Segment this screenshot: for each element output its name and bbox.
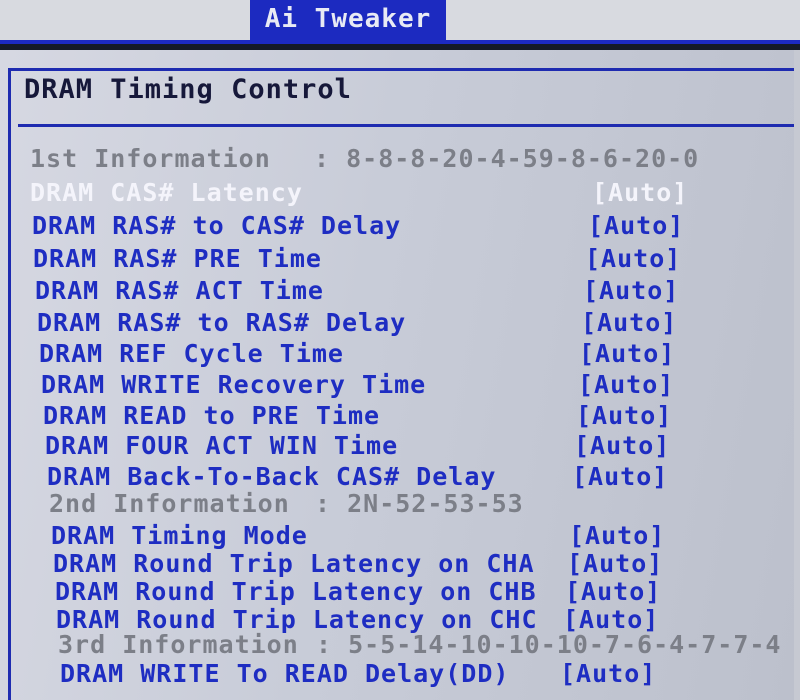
setting-four-act-win-time[interactable]: DRAM FOUR ACT WIN Time [Auto] xyxy=(45,430,715,462)
setting-value[interactable]: [Auto] xyxy=(574,430,670,462)
info-label: 1st Information xyxy=(30,144,271,173)
setting-label: DRAM RAS# ACT Time xyxy=(35,276,324,305)
setting-value[interactable]: [Auto] xyxy=(576,400,672,432)
setting-value[interactable]: [Auto] xyxy=(583,275,679,307)
info-row-2nd: 2nd Information : 2N-52-53-53 xyxy=(49,488,749,520)
setting-ras-act-time[interactable]: DRAM RAS# ACT Time [Auto] xyxy=(35,275,705,307)
setting-value[interactable]: [Auto] xyxy=(581,307,677,339)
setting-ref-cycle-time[interactable]: DRAM REF Cycle Time [Auto] xyxy=(39,338,709,370)
setting-dram-cas-latency[interactable]: DRAM CAS# Latency [Auto] xyxy=(30,177,700,209)
setting-label: DRAM RAS# PRE Time xyxy=(33,244,322,273)
setting-label: DRAM RAS# to CAS# Delay xyxy=(32,211,402,240)
title-bar: Ai Tweaker xyxy=(0,0,800,40)
info-value: : 8-8-8-20-4-59-8-6-20-0 xyxy=(314,144,700,173)
title-divider xyxy=(0,40,800,44)
setting-write-to-read-delay-dd[interactable]: DRAM WRITE To READ Delay(DD) [Auto] xyxy=(60,658,730,690)
setting-label: DRAM REF Cycle Time xyxy=(39,339,344,368)
setting-label: DRAM WRITE Recovery Time xyxy=(41,370,427,399)
setting-ras-pre-time[interactable]: DRAM RAS# PRE Time [Auto] xyxy=(33,243,703,275)
setting-read-to-pre-time[interactable]: DRAM READ to PRE Time [Auto] xyxy=(43,400,713,432)
info-value: : 5-5-14-10-10-10-7-6-4-7-7-4 xyxy=(316,630,782,659)
section-divider xyxy=(18,124,800,127)
setting-label: DRAM CAS# Latency xyxy=(30,178,303,207)
tab-ai-tweaker[interactable]: Ai Tweaker xyxy=(250,0,446,40)
setting-label: DRAM WRITE To READ Delay(DD) xyxy=(60,659,510,688)
setting-ras-to-cas-delay[interactable]: DRAM RAS# to CAS# Delay [Auto] xyxy=(32,210,702,242)
info-row-3rd: 3rd Information : 5-5-14-10-10-10-7-6-4-… xyxy=(58,629,798,661)
setting-value[interactable]: [Auto] xyxy=(578,369,674,401)
panel-right-edge xyxy=(794,50,800,700)
setting-value[interactable]: [Auto] xyxy=(588,210,684,242)
setting-value[interactable]: [Auto] xyxy=(560,658,656,690)
setting-ras-to-ras-delay[interactable]: DRAM RAS# to RAS# Delay [Auto] xyxy=(37,307,707,339)
setting-value[interactable]: [Auto] xyxy=(579,338,675,370)
info-label: 2nd Information xyxy=(49,489,290,518)
info-label: 3rd Information xyxy=(58,630,299,659)
section-title: DRAM Timing Control xyxy=(24,74,352,105)
setting-label: DRAM RAS# to RAS# Delay xyxy=(37,308,407,337)
setting-label: DRAM FOUR ACT WIN Time xyxy=(45,431,399,460)
setting-write-recovery-time[interactable]: DRAM WRITE Recovery Time [Auto] xyxy=(41,369,711,401)
info-value: : 2N-52-53-53 xyxy=(315,489,524,518)
setting-value[interactable]: [Auto] xyxy=(585,243,681,275)
setting-value[interactable]: [Auto] xyxy=(592,177,688,209)
setting-label: DRAM READ to PRE Time xyxy=(43,401,381,430)
info-row-1st: 1st Information : 8-8-8-20-4-59-8-6-20-0 xyxy=(30,143,770,175)
bios-screen: Ai Tweaker DRAM Timing Control 1st Infor… xyxy=(0,0,800,700)
